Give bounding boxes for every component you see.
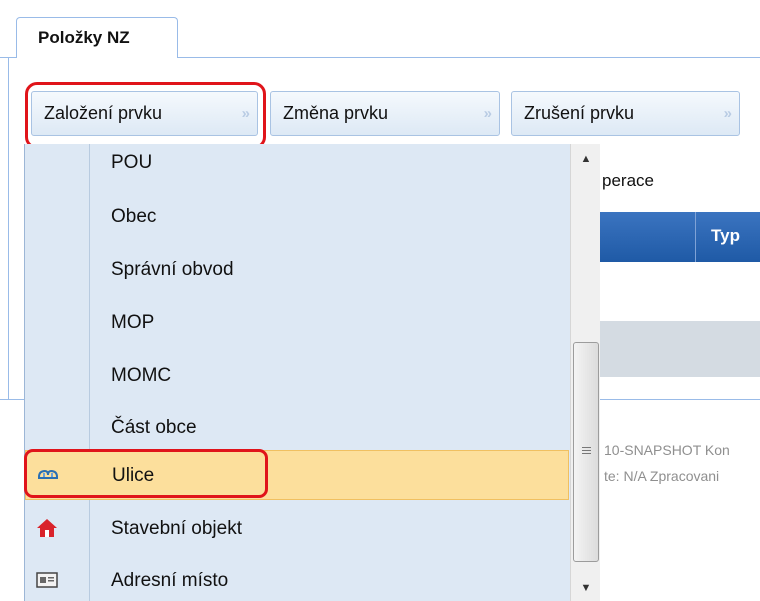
- menu-item-label: Stavební objekt: [111, 518, 242, 539]
- menu-item-pou[interactable]: POU: [25, 144, 569, 189]
- house-icon: [35, 517, 59, 539]
- address-card-icon: [35, 569, 59, 591]
- menu-item-label: Obec: [111, 206, 157, 227]
- menu-item-stavebni-objekt[interactable]: Stavební objekt: [25, 502, 569, 555]
- scroll-down-arrow-icon[interactable]: ▼: [571, 577, 600, 599]
- footer-text-status: te: N/A Zpracovani: [604, 468, 720, 484]
- menu-item-label: Část obce: [111, 417, 197, 438]
- column-divider: [695, 212, 696, 262]
- panel-left-border: [8, 57, 9, 400]
- create-element-dropdown-menu: POU Obec Správní obvod MOP MOMC Část obc…: [24, 144, 600, 601]
- menu-item-label: Správní obvod: [111, 259, 234, 280]
- menu-item-label: MOP: [111, 312, 155, 333]
- column-header-typ[interactable]: Typ: [711, 226, 740, 246]
- menu-item-label: MOMC: [111, 365, 172, 386]
- menu-item-label: POU: [111, 152, 153, 173]
- menu-scrollbar[interactable]: ▲ ▼: [570, 144, 600, 601]
- grip-icon: [582, 447, 591, 448]
- highlight-annotation-ulice: [24, 449, 268, 498]
- chevron-right-icon: »: [723, 105, 733, 122]
- menu-item-adresni-misto[interactable]: Adresní místo: [25, 554, 569, 601]
- highlight-annotation-create: [25, 82, 266, 149]
- operation-label: perace: [602, 171, 654, 190]
- menu-item-obec[interactable]: Obec: [25, 190, 569, 243]
- cancel-element-label: Zrušení prvku: [524, 103, 635, 123]
- menu-item-label: Adresní místo: [111, 570, 229, 591]
- menu-item-mop[interactable]: MOP: [25, 296, 569, 349]
- change-element-label: Změna prvku: [283, 103, 389, 123]
- menu-item-cast-obce[interactable]: Část obce: [25, 401, 569, 454]
- footer-text-version: 10-SNAPSHOT Kon: [604, 442, 730, 458]
- chevron-right-icon: »: [483, 105, 493, 122]
- tab-polozky-nz[interactable]: Položky NZ: [16, 17, 178, 58]
- table-footer-bar: [600, 321, 760, 377]
- change-element-button[interactable]: Změna prvku »: [270, 91, 500, 136]
- scroll-up-arrow-icon[interactable]: ▲: [571, 148, 600, 170]
- menu-item-momc[interactable]: MOMC: [25, 349, 569, 402]
- cancel-element-button[interactable]: Zrušení prvku »: [511, 91, 740, 136]
- table-header: Typ: [600, 212, 760, 262]
- menu-item-spravni-obvod[interactable]: Správní obvod: [25, 243, 569, 296]
- scroll-thumb[interactable]: [573, 342, 599, 562]
